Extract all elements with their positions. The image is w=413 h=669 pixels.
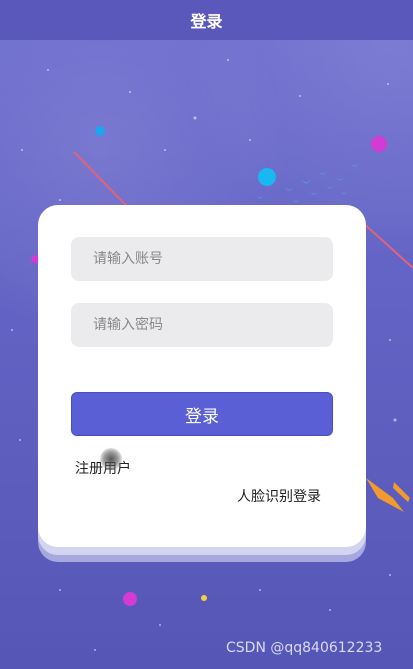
password-input[interactable] [71,303,333,347]
orange-shard [366,478,404,512]
watermark: CSDN @qq840612233 [226,640,383,656]
planet-dot [123,592,137,606]
orange-shard [393,482,410,502]
account-input[interactable] [71,237,333,281]
login-card: 登录 注册用户 人脸识别登录 [38,205,366,547]
page-title: 登录 [190,12,223,31]
login-button[interactable]: 登录 [71,392,333,436]
page-header: 登录 [0,0,413,40]
touch-cursor [100,448,122,470]
planet-dot [371,136,387,152]
face-login-link[interactable]: 人脸识别登录 [237,486,321,506]
planet-dot [258,168,276,186]
shooting-star-line [361,221,413,269]
planet-dot [201,595,207,601]
planet-dot [95,126,105,136]
